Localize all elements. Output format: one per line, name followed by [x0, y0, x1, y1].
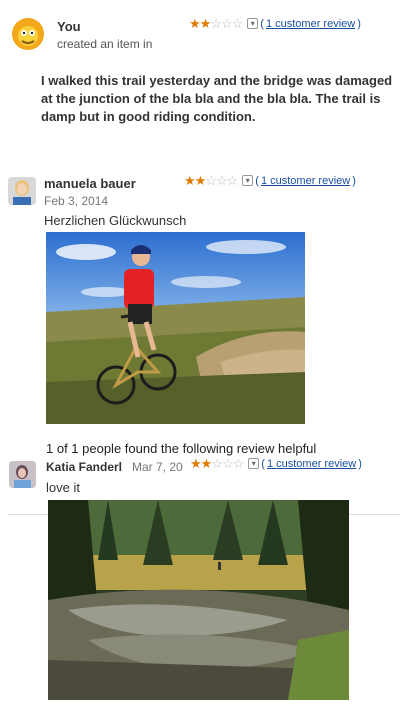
helpful-count: 1 of 1 people found the following review…: [46, 441, 317, 456]
avatar-image: [9, 461, 36, 488]
star-rating: ★★☆☆☆: [190, 456, 244, 471]
chevron-down-icon[interactable]: ▾: [242, 175, 254, 186]
chevron-down-icon[interactable]: ▾: [247, 18, 259, 29]
review-date: Mar 7, 20: [132, 460, 183, 474]
post-action: created an item in: [57, 37, 153, 51]
rating-row: ★★☆☆☆ ▾ (1 customer review): [184, 173, 356, 188]
avatar-image: [12, 18, 44, 50]
review-author[interactable]: Katia Fanderl: [46, 460, 122, 474]
review-text: Herzlichen Glückwunsch: [44, 213, 187, 228]
review-text: love it: [46, 480, 80, 495]
avatar[interactable]: [9, 461, 36, 488]
star-rating: ★★☆☆☆: [184, 173, 238, 188]
forest-trail-image: [48, 500, 349, 700]
avatar-image: [8, 177, 36, 205]
customer-review-link[interactable]: 1 customer review: [267, 458, 356, 470]
review-date: Feb 3, 2014: [44, 194, 109, 208]
review-photo-forest-trail[interactable]: [48, 500, 349, 700]
review-photo-mountain-biker[interactable]: [46, 232, 305, 424]
star-rating: ★★☆☆☆: [189, 16, 243, 31]
review-author[interactable]: manuela bauer: [44, 176, 136, 191]
rating-row: ★★☆☆☆ ▾ (1 customer review): [189, 16, 361, 31]
avatar[interactable]: [8, 177, 36, 205]
chevron-down-icon[interactable]: ▾: [248, 458, 260, 469]
post-body: I walked this trail yesterday and the br…: [41, 73, 393, 124]
rating-row: ★★☆☆☆ ▾ (1 customer review): [190, 456, 362, 471]
customer-review-link[interactable]: 1 customer review: [261, 175, 350, 187]
customer-review-link[interactable]: 1 customer review: [266, 18, 355, 30]
mountain-biker-image: [46, 232, 305, 424]
avatar[interactable]: [12, 18, 44, 50]
post-author[interactable]: You: [57, 19, 81, 34]
